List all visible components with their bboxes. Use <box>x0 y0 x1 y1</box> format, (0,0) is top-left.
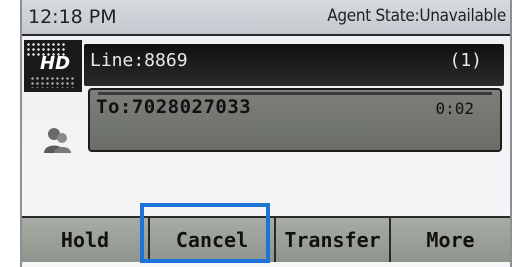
softkey-bar: Hold Cancel Transfer More <box>22 216 510 262</box>
call-duration: 0:02 <box>435 99 474 118</box>
more-softkey[interactable]: More <box>391 218 510 262</box>
hd-voice-icon: HD <box>24 40 82 92</box>
call-destination: To:7028027033 <box>96 96 252 118</box>
status-bar: 12:18 PM Agent State:Unavailable <box>22 0 510 36</box>
contact-icon <box>44 128 71 153</box>
agent-state: Agent State:Unavailable <box>327 6 506 26</box>
hold-softkey[interactable]: Hold <box>22 218 150 262</box>
line-label: Line:8869 <box>90 50 188 71</box>
transfer-softkey[interactable]: Transfer <box>276 218 391 262</box>
cancel-softkey[interactable]: Cancel <box>150 218 276 262</box>
phone-screen: 12:18 PM Agent State:Unavailable HD Line… <box>20 0 512 267</box>
line-call-count: (1) <box>449 50 482 71</box>
status-time: 12:18 PM <box>28 6 117 28</box>
